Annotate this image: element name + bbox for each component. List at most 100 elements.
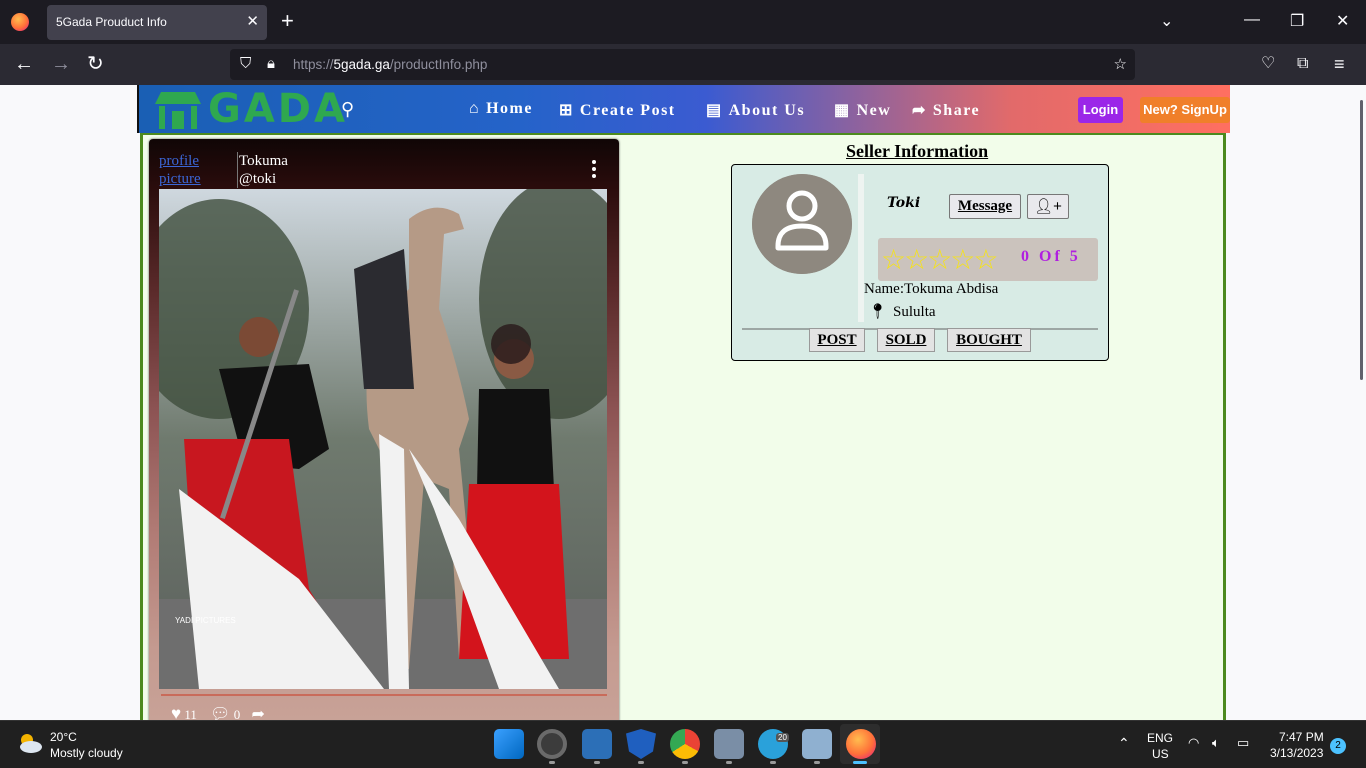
pocket-icon[interactable]: ♡: [1261, 53, 1275, 75]
seller-card: Toki Message 👤︎+ ☆☆☆☆☆ 0 Of 5 Name:Tokum…: [731, 164, 1109, 361]
volume-icon[interactable]: 🔈︎: [1212, 735, 1220, 751]
defender-shield-icon[interactable]: [626, 729, 656, 759]
author-handle: @toki: [239, 171, 277, 187]
tab-close-icon[interactable]: ✕: [246, 12, 259, 30]
photos-icon[interactable]: [582, 729, 612, 759]
bookmark-star-icon[interactable]: ☆: [1114, 55, 1127, 73]
running-indicator: [814, 761, 820, 764]
url-text[interactable]: https://5gada.ga/productInfo.php: [293, 57, 487, 72]
chevron-up-icon[interactable]: ⌃: [1118, 735, 1130, 752]
list-all-tabs-icon[interactable]: ⌄: [1160, 11, 1173, 31]
post-divider: [161, 694, 607, 696]
vertical-divider: [858, 174, 864, 322]
browser-tab-bar: 5Gada Prouduct Info ✕ + ⌄ — ❐ ✕: [0, 0, 1366, 44]
home-icon: ⌂: [469, 100, 481, 117]
browser-toolbar: ← → ↻ ⛉ 🔒︎ https://5gada.ga/productInfo.…: [0, 44, 1366, 85]
main-content: profile picture Tokuma @toki YADI PICTUR…: [140, 133, 1226, 720]
map-pin-icon: 📍︎: [868, 304, 888, 320]
like-icon[interactable]: ♥: [171, 704, 181, 720]
site-header: GADA ⚲ ⌂ Home ⊞ Create Post ▤ About Us ▦ New…: [137, 85, 1230, 133]
extensions-icon[interactable]: ⧉: [1297, 53, 1308, 75]
language-line2[interactable]: US: [1152, 747, 1169, 761]
browser-tab[interactable]: 5Gada Prouduct Info ✕: [47, 5, 267, 40]
more-options-icon[interactable]: [592, 160, 596, 181]
rating-box: ☆☆☆☆☆ 0 Of 5: [878, 238, 1098, 281]
page-viewport: GADA ⚲ ⌂ Home ⊞ Create Post ▤ About Us ▦ New…: [0, 85, 1366, 720]
nav-home[interactable]: ⌂ Home: [469, 100, 533, 118]
task-manager-icon[interactable]: [802, 729, 832, 759]
app-menu-icon[interactable]: ≡: [1334, 53, 1345, 75]
share-icon: ➦: [912, 102, 927, 119]
reload-icon[interactable]: ↻: [87, 53, 104, 75]
newspaper-icon: ▦: [834, 102, 851, 119]
forward-icon[interactable]: →: [51, 53, 71, 75]
tab-bought[interactable]: BOUGHT: [947, 328, 1031, 352]
id-card-icon: ▤: [706, 102, 723, 119]
lock-icon[interactable]: 🔒︎: [267, 55, 275, 72]
clock-date[interactable]: 3/13/2023: [1270, 746, 1323, 760]
app-icon[interactable]: [714, 729, 744, 759]
url-bar[interactable]: ⛉ 🔒︎ https://5gada.ga/productInfo.php ☆: [230, 49, 1135, 80]
seller-handle: Toki: [887, 195, 921, 211]
logo-text[interactable]: GADA: [208, 87, 348, 131]
seller-info-title: Seller Information: [846, 141, 989, 161]
tab-post[interactable]: POST: [809, 328, 865, 352]
weather-temperature[interactable]: 20°C: [50, 730, 77, 744]
minimize-icon[interactable]: —: [1244, 11, 1260, 29]
new-tab-icon[interactable]: +: [281, 9, 294, 33]
firefox-menu-icon[interactable]: [11, 13, 29, 31]
nav-create-post[interactable]: ⊞ Create Post: [559, 100, 676, 120]
clock-time[interactable]: 7:47 PM: [1279, 730, 1324, 744]
back-icon[interactable]: ←: [14, 53, 34, 75]
logo-house-icon[interactable]: [153, 89, 203, 129]
comment-icon[interactable]: 💬︎: [210, 706, 230, 720]
like-count: 11: [184, 707, 197, 720]
weather-cloud-icon[interactable]: [16, 731, 44, 755]
seller-location: 📍︎ Sululta: [868, 304, 936, 320]
settings-icon[interactable]: [537, 729, 567, 759]
nav-share[interactable]: ➦ Share: [912, 100, 980, 120]
login-button[interactable]: Login: [1078, 97, 1123, 123]
running-indicator: [638, 761, 644, 764]
weather-description[interactable]: Mostly cloudy: [50, 746, 123, 760]
running-indicator: [682, 761, 688, 764]
chrome-icon[interactable]: [670, 729, 700, 759]
wifi-icon[interactable]: ◠: [1188, 735, 1199, 751]
add-friend-button[interactable]: 👤︎+: [1027, 194, 1069, 219]
taskbar: 20°C Mostly cloudy 20 ⌃ ENG US ◠ 🔈︎ ▭ 7:…: [0, 720, 1366, 768]
telegram-badge: 20: [776, 733, 789, 742]
running-indicator: [770, 761, 776, 764]
close-window-icon[interactable]: ✕: [1336, 11, 1349, 31]
post-author[interactable]: Tokuma @toki: [237, 152, 288, 188]
running-indicator: [726, 761, 732, 764]
tab-sold[interactable]: SOLD: [877, 328, 935, 352]
search-icon[interactable]: ⚲: [341, 99, 354, 120]
avatar[interactable]: [752, 174, 852, 274]
battery-icon[interactable]: ▭: [1237, 735, 1249, 751]
author-name: Tokuma: [239, 153, 288, 169]
post-card: profile picture Tokuma @toki YADI PICTUR…: [149, 139, 619, 720]
start-icon[interactable]: [494, 729, 524, 759]
seller-full-name: Name:Tokuma Abdisa: [864, 281, 999, 297]
plus-square-icon: ⊞: [559, 102, 574, 119]
profile-picture-link[interactable]: profile picture: [159, 152, 219, 188]
running-indicator: [594, 761, 600, 764]
page-scrollbar[interactable]: [1360, 100, 1363, 380]
user-plus-icon: 👤︎+: [1034, 198, 1062, 215]
firefox-taskbar-icon[interactable]: [846, 729, 876, 759]
shield-icon[interactable]: ⛉: [240, 55, 251, 72]
nav-new[interactable]: ▦ New: [834, 100, 891, 120]
running-indicator: [549, 761, 555, 764]
nav-about-us[interactable]: ▤ About Us: [706, 100, 805, 120]
language-line1[interactable]: ENG: [1147, 731, 1173, 745]
photo-watermark: YADI PICTURES: [175, 616, 236, 625]
comment-count: 0: [233, 707, 241, 720]
notification-badge[interactable]: 2: [1330, 738, 1346, 754]
share-post-icon[interactable]: ➦: [251, 706, 264, 720]
post-photo[interactable]: YADI PICTURES: [159, 189, 607, 689]
active-indicator: [853, 761, 867, 764]
signup-button[interactable]: New? SignUp: [1140, 97, 1230, 123]
message-button[interactable]: Message: [949, 194, 1021, 219]
rating-stars[interactable]: ☆☆☆☆☆: [881, 245, 999, 275]
restore-icon[interactable]: ❐: [1290, 11, 1304, 31]
